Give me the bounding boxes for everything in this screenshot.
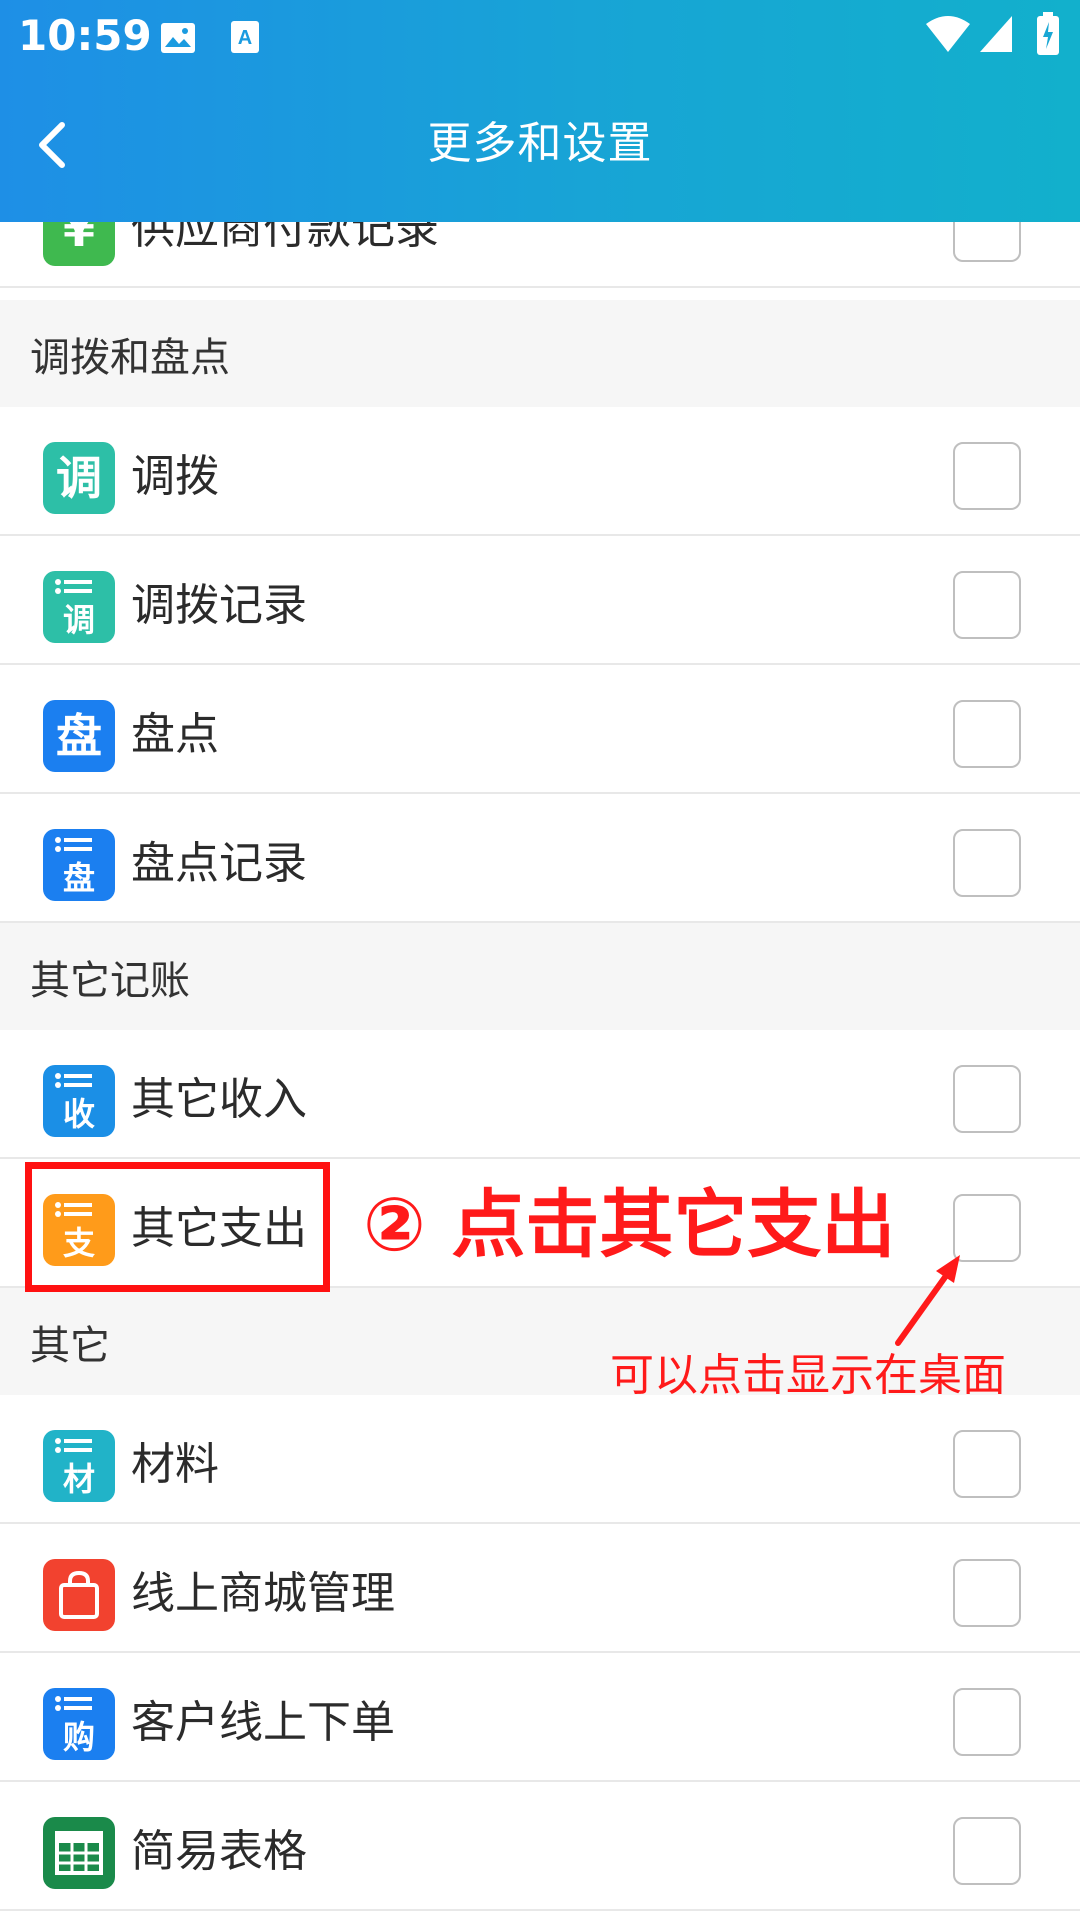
desktop-toggle-checkbox[interactable] xyxy=(953,829,1021,897)
section-title: 其它 xyxy=(30,1323,110,1369)
list-item-label: 调拨 xyxy=(131,451,219,502)
transfer-icon: 调 xyxy=(43,442,115,514)
stocktake-record-icon: 盘 xyxy=(43,829,115,901)
desktop-toggle-checkbox[interactable] xyxy=(953,1817,1021,1885)
desktop-toggle-checkbox[interactable] xyxy=(953,442,1021,510)
list-item-label: 客户线上下单 xyxy=(131,1697,395,1748)
list-item-label: 调拨记录 xyxy=(131,580,307,631)
list-item[interactable]: 调 调拨 xyxy=(0,407,1080,536)
desktop-toggle-checkbox[interactable] xyxy=(953,571,1021,639)
svg-text:A: A xyxy=(238,27,252,49)
shopping-bag-icon xyxy=(43,1559,115,1631)
material-icon: 材 xyxy=(43,1430,115,1502)
list-item[interactable]: 收 其它收入 xyxy=(0,1030,1080,1159)
list-item[interactable]: 材 材料 xyxy=(0,1395,1080,1524)
list-item[interactable]: 线上商城管理 xyxy=(0,1524,1080,1653)
list-item-label: 简易表格 xyxy=(131,1826,307,1877)
table-icon xyxy=(43,1817,115,1889)
desktop-toggle-checkbox[interactable] xyxy=(953,1065,1021,1133)
stocktake-icon: 盘 xyxy=(43,700,115,772)
page-title: 更多和设置 xyxy=(427,118,653,169)
list-item-label: 其它收入 xyxy=(131,1074,307,1125)
list-item-label: 线上商城管理 xyxy=(131,1568,395,1619)
section-header: 调拨和盘点 xyxy=(0,300,1080,407)
annotation-note: 可以点击显示在桌面 xyxy=(610,1350,1006,1401)
desktop-toggle-checkbox[interactable] xyxy=(953,1688,1021,1756)
section-header: 其它记账 xyxy=(0,923,1080,1030)
image-notification-icon xyxy=(160,22,196,54)
annotation-arrow-icon xyxy=(895,1255,960,1346)
wifi-icon xyxy=(925,14,971,54)
section-title: 其它记账 xyxy=(30,958,190,1004)
list-item-label: 盘点 xyxy=(131,709,219,760)
battery-icon xyxy=(1036,12,1060,56)
other-income-icon: 收 xyxy=(43,1065,115,1137)
desktop-toggle-checkbox[interactable] xyxy=(953,1430,1021,1498)
status-time: 10:59 xyxy=(18,11,152,60)
list-item-label: 材料 xyxy=(131,1439,219,1490)
app-header: 10:59 A 更多和设置 xyxy=(0,0,1080,222)
list-item[interactable]: 简易表格 xyxy=(0,1782,1080,1911)
list-item[interactable]: 调 调拨记录 xyxy=(0,536,1080,665)
list-item[interactable]: 购 客户线上下单 xyxy=(0,1653,1080,1782)
transfer-record-icon: 调 xyxy=(43,571,115,643)
desktop-toggle-checkbox[interactable] xyxy=(953,1559,1021,1627)
app-notification-icon: A xyxy=(230,20,260,54)
desktop-toggle-checkbox[interactable] xyxy=(953,700,1021,768)
signal-icon xyxy=(978,14,1014,54)
list-item-label: 盘点记录 xyxy=(131,838,307,889)
online-order-icon: 购 xyxy=(43,1688,115,1760)
list-item[interactable]: 盘 盘点 xyxy=(0,665,1080,794)
section-title: 调拨和盘点 xyxy=(30,335,230,381)
annotation-instruction: ② 点击其它支出 xyxy=(363,1182,896,1268)
annotation-highlight-box xyxy=(25,1162,330,1292)
list-item[interactable]: 盘 盘点记录 xyxy=(0,794,1080,923)
